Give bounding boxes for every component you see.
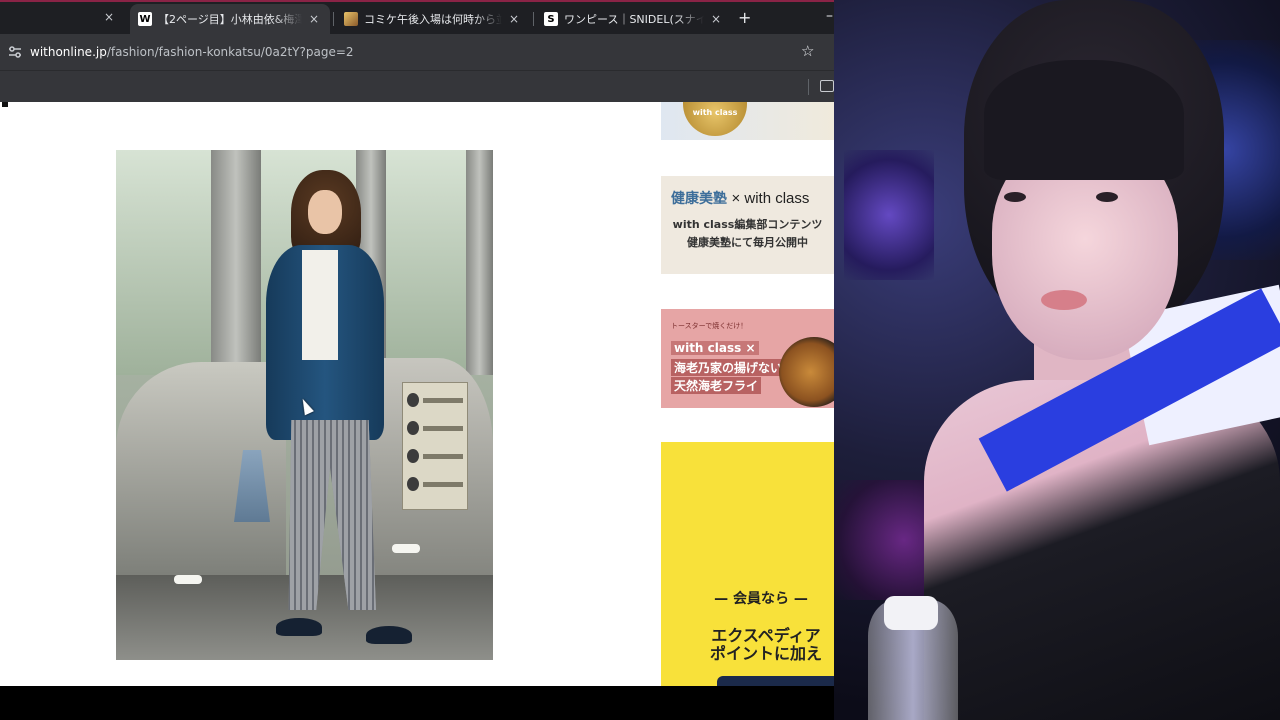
close-icon[interactable]: × [708,12,724,26]
ad-members-label: — 会員なら — [714,591,808,607]
photo-window [116,150,211,375]
w-favicon-icon: W [138,12,152,26]
ad-expedia-banner[interactable]: — 会員なら — エクスペディア ポイントに加え [661,442,834,686]
tab-title: ワンピース｜SNIDEL(スナイデル)の通 [564,13,704,26]
close-icon[interactable]: × [104,10,114,24]
ad-kenkou-banner[interactable]: 健康美塾 × with class with class編集部コンテンツ 健康美… [661,176,834,274]
site-settings-icon[interactable] [8,45,22,59]
minimize-button[interactable]: – [826,8,833,24]
award-badge-icon: with class [683,102,747,136]
browser-window: × W 【2ページ目】小林由依&梅澤美波 × コミケ午後入場は何時から並ぶ？午 … [0,0,834,686]
star-icon[interactable]: ☆ [801,42,814,60]
address-bar: withonline.jp/fashion/fashion-konkatsu/0… [0,34,834,70]
folder-icon[interactable] [820,80,834,92]
ad-cta-bar[interactable] [717,676,834,686]
ad-ebi-line1: 海老乃家の揚げない [671,359,786,376]
ad-kenkou-line1: with class編集部コンテンツ [672,218,823,231]
ad-ebi-tag: トースターで焼くだけ！ [671,322,748,330]
model-shoe [276,618,322,636]
sign-row [407,417,463,439]
photo-pillar [466,150,493,375]
page-marker [2,102,8,107]
tab-bar: × W 【2ページ目】小林由依&梅澤美波 × コミケ午後入場は何時から並ぶ？午 … [0,0,834,34]
tab-divider [333,12,334,26]
bottle-cap [884,596,938,630]
tab-active[interactable]: W 【2ページ目】小林由依&梅澤美波 × [130,4,330,34]
url-host: withonline.jp [30,45,107,59]
ad-ebi-brand: with class × [671,341,759,355]
photo-window [386,150,466,375]
screen: × W 【2ページ目】小林由依&梅澤美波 × コミケ午後入場は何時から並ぶ？午 … [0,0,1280,720]
tab-title: コミケ午後入場は何時から並ぶ？午 [364,13,502,26]
new-tab-button[interactable]: + [738,8,751,27]
streamer-eye [1096,192,1118,202]
tab-title: 【2ページ目】小林由依&梅澤美波 [158,13,302,26]
streamer-eye [1004,192,1026,202]
ad-ebi-banner[interactable]: トースターで焼くだけ！ with class × 海老乃家の揚げない 天然海老フ… [661,309,834,408]
bookmarks-divider [808,79,809,95]
tab-comiket[interactable]: コミケ午後入場は何時から並ぶ？午 × [338,4,528,34]
s-favicon-icon: S [544,12,558,26]
sign-row [407,473,463,495]
fried-shrimp-image [779,337,834,407]
model-shoe [366,626,412,644]
webcam-feed [834,0,1280,720]
sign-row [407,445,463,467]
streamer-bangs [984,60,1184,180]
model-face [308,190,342,234]
ad-award-banner[interactable]: with class [661,102,834,140]
ad-kenkou-line2: 健康美塾にて毎月公開中 [687,236,808,249]
url-path: /fashion/fashion-konkatsu/0a2tY?page=2 [106,45,354,59]
escalator-light [174,575,202,584]
model-shirt [302,250,338,360]
url-field[interactable]: withonline.jp/fashion/fashion-konkatsu/0… [30,45,354,59]
escalator-sign [402,382,468,510]
ad-expedia-line2: ポイントに加え [709,644,822,663]
escalator-light [392,544,420,553]
close-icon[interactable]: × [306,12,322,26]
close-icon[interactable]: × [506,12,522,26]
tab-divider [533,12,534,26]
sign-row [407,389,463,411]
web-page: with class 健康美塾 × with class with class編… [0,102,834,686]
bookmarks-bar [0,70,834,102]
ad-kenkou-title: 健康美塾 × with class [671,190,810,207]
photo-pillar [211,150,261,375]
streamer-mouth [1041,290,1087,310]
tab-snidel[interactable]: S ワンピース｜SNIDEL(スナイデル)の通 × [538,4,730,34]
comiket-favicon-icon [344,12,358,26]
ad-ebi-line2: 天然海老フライ [671,377,762,394]
neon-light [844,150,934,280]
